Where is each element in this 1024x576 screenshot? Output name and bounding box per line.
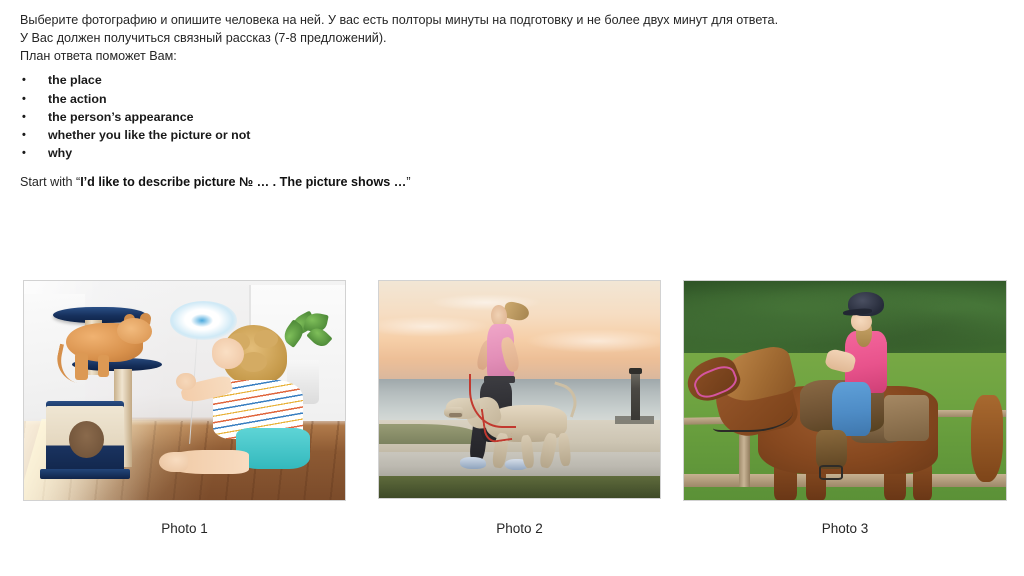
runner-head [491,304,508,327]
stirrup [819,464,843,480]
riding-boot [816,429,847,470]
grass-tuft [379,424,481,444]
plan-list: • the place • the action • the person’s … [20,71,880,162]
child-face [211,337,244,369]
plan-item-label: whether you like the picture or not [48,128,251,142]
dog-mouth [449,413,462,418]
plan-item-label: the place [48,73,102,88]
photo-2-caption: Photo 2 [496,521,543,536]
start-with-prefix: Start with “ [20,175,81,189]
cloud [525,328,660,353]
runner-shoe [460,456,486,469]
photo-row: Photo 1 Photo 2 Photo 3 [0,281,1024,541]
plan-item: • the place [20,71,880,89]
photo-1[interactable] [24,281,345,500]
bullet-icon: • [22,110,26,123]
cat-leg [75,353,89,380]
girl-blue-jeans [832,381,871,437]
plan-item: • the action [20,90,880,108]
start-with-line: Start with “I’d like to describe picture… [20,174,411,191]
plan-item: • why [20,144,880,162]
cat-leg [97,355,109,378]
photo-2-image [379,281,660,498]
beacon-post [630,372,641,420]
start-with-phrase: I’d like to describe picture № … . The p… [80,175,407,189]
photo-1-caption: Photo 1 [161,521,208,536]
photo-3-image [684,281,1006,500]
bullet-icon: • [22,92,26,105]
bullet-icon: • [22,74,26,87]
child-foot [158,451,188,472]
photo-2[interactable] [379,281,660,498]
plan-item-label: the person’s appearance [48,109,194,124]
fence-rail-front [684,473,1006,487]
beacon-top [629,367,643,375]
plan-item: • the person’s appearance [20,108,880,126]
child-hand [176,372,196,391]
instruction-block: Выберите фотографию и опишите человека н… [20,12,880,162]
foreground-grass [379,476,660,498]
plan-item-label: why [48,146,73,161]
instruction-line-3: План ответа поможет Вам: [20,48,177,63]
bullet-icon: • [22,129,26,141]
saddle-bag [883,394,929,441]
bullet-icon: • [22,147,26,160]
plan-item: • whether you like the picture or not [20,126,880,144]
cat-tree-base [40,469,130,480]
plan-item-label: the action [48,91,107,106]
photo-3-caption: Photo 3 [821,521,869,536]
instruction-line-2: У Вас должен получиться связный рассказ … [20,30,387,45]
start-with-suffix: ” [406,175,411,189]
horse-tail [970,394,1003,483]
photo-1-image [24,281,345,500]
instruction-line-1: Выберите фотографию и опишите человека н… [20,13,779,27]
photo-3[interactable] [684,281,1006,500]
